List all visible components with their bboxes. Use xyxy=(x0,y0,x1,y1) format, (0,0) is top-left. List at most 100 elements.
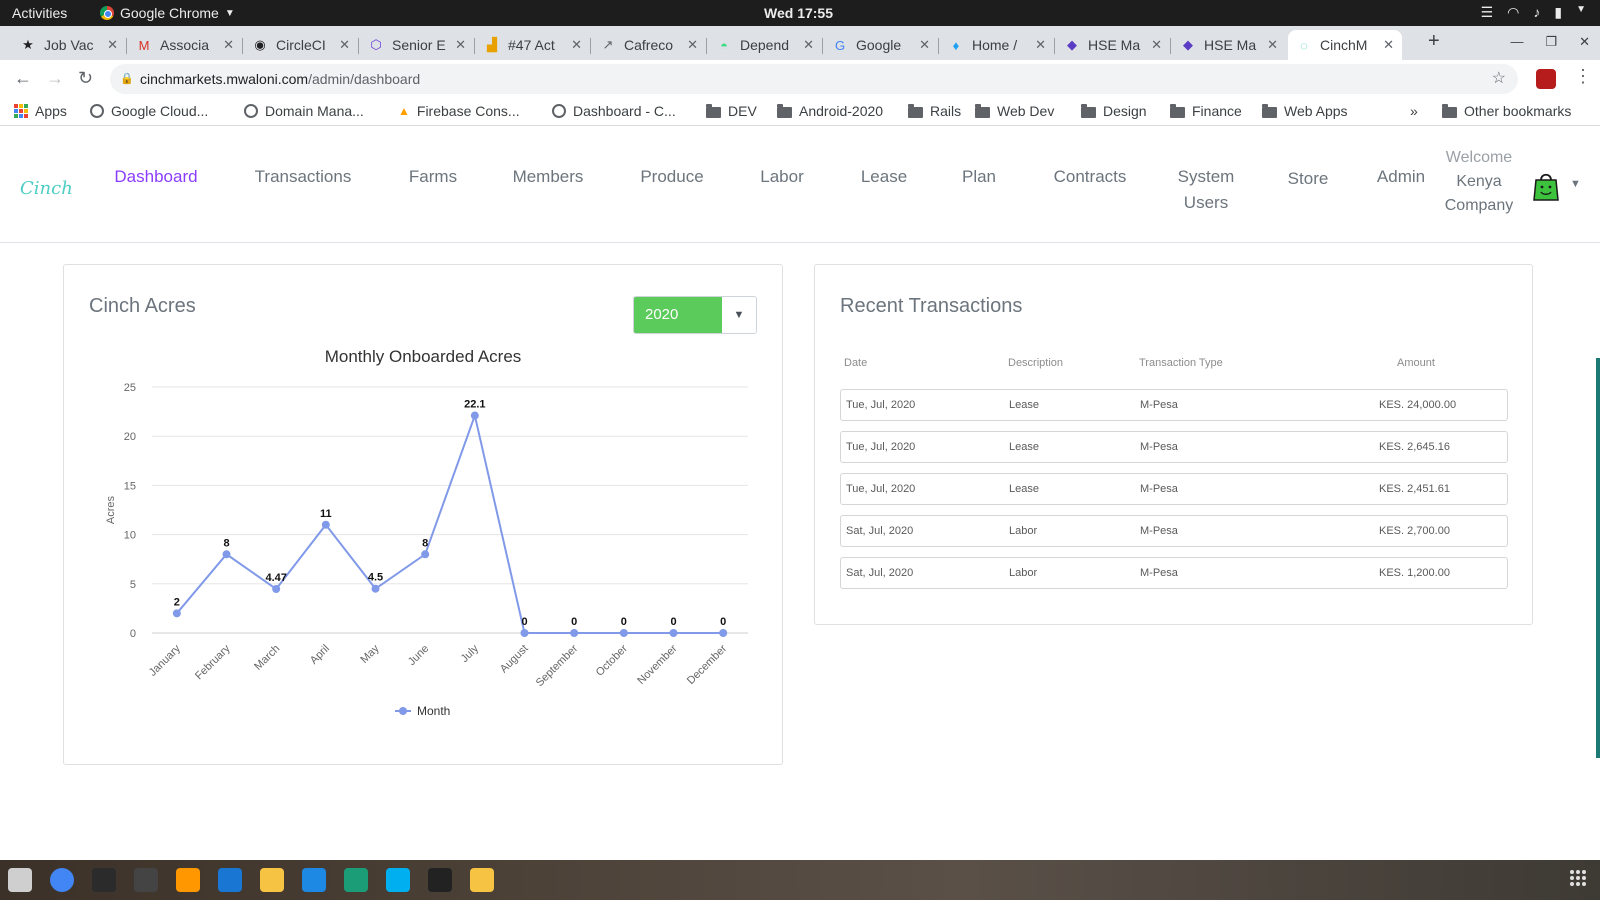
system-clock[interactable]: Wed 17:55 xyxy=(764,5,833,21)
minimize-icon[interactable]: — xyxy=(1510,34,1523,50)
user-greeting[interactable]: Welcome Kenya Company xyxy=(1428,146,1530,218)
close-tab-icon[interactable]: ✕ xyxy=(1035,37,1046,53)
close-tab-icon[interactable]: ✕ xyxy=(107,37,118,53)
bookmark-item[interactable]: Android-2020 xyxy=(777,103,883,119)
browser-tab[interactable]: M Associa ✕ xyxy=(128,30,242,60)
browser-tab[interactable]: ◌ CinchM ✕ xyxy=(1288,30,1402,60)
wifi-icon[interactable]: ◠ xyxy=(1507,4,1519,21)
forward-arrow-icon[interactable]: → xyxy=(46,68,64,89)
bookmark-item[interactable]: Dashboard - C... xyxy=(552,103,676,119)
browser-tab[interactable]: ◆ HSE Ma ✕ xyxy=(1056,30,1170,60)
bookmark-item[interactable]: Web Apps xyxy=(1262,103,1348,119)
bookmark-star-icon[interactable]: ☆ xyxy=(1492,64,1506,94)
table-row[interactable]: Tue, Jul, 2020 Lease M-Pesa KES. 2,451.61 xyxy=(840,473,1508,505)
app-menu[interactable]: Google Chrome ▼ xyxy=(100,5,235,21)
bookmark-item[interactable]: ▲ Firebase Cons... xyxy=(398,103,520,119)
volume-icon[interactable]: ♪ xyxy=(1533,4,1540,21)
close-tab-icon[interactable]: ✕ xyxy=(339,37,350,53)
shopping-bag-icon[interactable] xyxy=(1533,171,1559,201)
gitkraken-icon[interactable] xyxy=(344,868,368,892)
bookmark-item[interactable]: DEV xyxy=(706,103,757,119)
extension-icon[interactable] xyxy=(1536,69,1556,89)
data-label: 8 xyxy=(223,537,229,549)
brand-logo[interactable]: Cinch xyxy=(20,178,73,199)
bookmark-item[interactable]: Design xyxy=(1081,103,1147,119)
close-window-icon[interactable]: ✕ xyxy=(1579,34,1590,50)
browser-tab[interactable]: ◆ HSE Ma ✕ xyxy=(1172,30,1286,60)
browser-tab[interactable]: ↗ Cafreco ✕ xyxy=(592,30,706,60)
close-tab-icon[interactable]: ✕ xyxy=(1267,37,1278,53)
tab-separator xyxy=(242,38,243,54)
nav-contracts[interactable]: Contracts xyxy=(1048,164,1132,190)
table-row[interactable]: Sat, Jul, 2020 Labor M-Pesa KES. 1,200.00 xyxy=(840,557,1508,589)
user-dropdown-caret-icon[interactable]: ▼ xyxy=(1570,178,1581,190)
browser-tab[interactable]: ⬡ Senior E ✕ xyxy=(360,30,474,60)
skype-icon[interactable] xyxy=(386,868,410,892)
table-row[interactable]: Tue, Jul, 2020 Lease M-Pesa KES. 24,000.00 xyxy=(840,389,1508,421)
nav-produce[interactable]: Produce xyxy=(636,164,708,190)
table-row[interactable]: Tue, Jul, 2020 Lease M-Pesa KES. 2,645.16 xyxy=(840,431,1508,463)
chrome-icon[interactable] xyxy=(50,868,74,892)
chart-icon: ▟ xyxy=(487,37,497,52)
system-tray[interactable]: ☰ ◠ ♪ ▮ ▼ xyxy=(1481,4,1586,21)
sublime-text-icon[interactable] xyxy=(176,868,200,892)
vscode-icon[interactable] xyxy=(302,868,326,892)
bookmarks-bar: Apps Google Cloud... Domain Mana... ▲ Fireba… xyxy=(0,98,1600,126)
close-tab-icon[interactable]: ✕ xyxy=(803,37,814,53)
close-tab-icon[interactable]: ✕ xyxy=(455,37,466,53)
bookmark-item[interactable]: Domain Mana... xyxy=(244,103,364,119)
nav-members[interactable]: Members xyxy=(508,164,588,190)
data-point xyxy=(719,629,728,637)
nav-farms[interactable]: Farms xyxy=(406,164,460,190)
lock-icon[interactable]: 🔒 xyxy=(120,64,134,94)
nav-transactions[interactable]: Transactions xyxy=(250,164,356,190)
close-tab-icon[interactable]: ✕ xyxy=(919,37,930,53)
bookmark-item[interactable]: Google Cloud... xyxy=(90,103,208,119)
close-tab-icon[interactable]: ✕ xyxy=(571,37,582,53)
maximize-icon[interactable]: ❐ xyxy=(1545,34,1557,50)
browser-tab[interactable]: ★ Job Vac ✕ xyxy=(12,30,126,60)
bookmarks-overflow-button[interactable]: » xyxy=(1410,103,1418,119)
bookmark-item[interactable]: Web Dev xyxy=(975,103,1054,119)
scrollbar-thumb[interactable] xyxy=(1596,358,1600,758)
bookmark-item[interactable]: Rails xyxy=(908,103,961,119)
intellij-icon[interactable] xyxy=(428,868,452,892)
address-bar[interactable]: 🔒 cinchmarkets.mwaloni.com/admin/dashboa… xyxy=(110,64,1518,94)
other-bookmarks[interactable]: Other bookmarks xyxy=(1442,103,1571,119)
new-tab-button[interactable]: + xyxy=(1428,30,1440,53)
activities-button[interactable]: Activities xyxy=(12,5,67,21)
close-tab-icon[interactable]: ✕ xyxy=(1151,37,1162,53)
keyboard-indicator-icon[interactable]: ☰ xyxy=(1481,4,1494,21)
screenshot-icon[interactable] xyxy=(218,868,242,892)
show-applications-icon[interactable] xyxy=(1570,870,1586,886)
x-tick-label: November xyxy=(635,642,680,687)
kebab-menu-icon[interactable]: ⋮ xyxy=(1574,66,1592,87)
browser-tab[interactable]: G Google ✕ xyxy=(824,30,938,60)
close-tab-icon[interactable]: ✕ xyxy=(687,37,698,53)
table-row[interactable]: Sat, Jul, 2020 Labor M-Pesa KES. 2,700.00 xyxy=(840,515,1508,547)
close-tab-icon[interactable]: ✕ xyxy=(223,37,234,53)
browser-tab[interactable]: ♦ Home / ✕ xyxy=(940,30,1054,60)
caret-down-icon[interactable]: ▼ xyxy=(1576,4,1586,21)
battery-icon[interactable]: ▮ xyxy=(1554,4,1562,21)
browser-tab[interactable]: ◓ Depend ✕ xyxy=(708,30,822,60)
nav-store[interactable]: Store xyxy=(1284,166,1332,192)
android-studio-icon[interactable] xyxy=(260,868,284,892)
nav-admin[interactable]: Admin xyxy=(1374,164,1428,190)
back-arrow-icon[interactable]: ← xyxy=(14,68,32,89)
terminal-icon[interactable] xyxy=(92,868,116,892)
bookmark-item[interactable]: Finance xyxy=(1170,103,1242,119)
browser-tab[interactable]: ◉ CircleCI ✕ xyxy=(244,30,358,60)
files-icon[interactable] xyxy=(8,868,32,892)
android-studio-icon[interactable] xyxy=(470,868,494,892)
reload-icon[interactable]: ↻ xyxy=(78,68,93,89)
nav-plan[interactable]: Plan xyxy=(958,164,1000,190)
nav-system-users[interactable]: System Users xyxy=(1176,164,1236,216)
browser-tab[interactable]: ▟ #47 Act ✕ xyxy=(476,30,590,60)
bookmark-item[interactable]: Apps xyxy=(14,103,67,119)
nav-dashboard[interactable]: Dashboard xyxy=(110,164,202,190)
nav-lease[interactable]: Lease xyxy=(858,164,910,190)
system-monitor-icon[interactable] xyxy=(134,868,158,892)
close-tab-icon[interactable]: ✕ xyxy=(1383,37,1394,53)
nav-labor[interactable]: Labor xyxy=(756,164,808,190)
